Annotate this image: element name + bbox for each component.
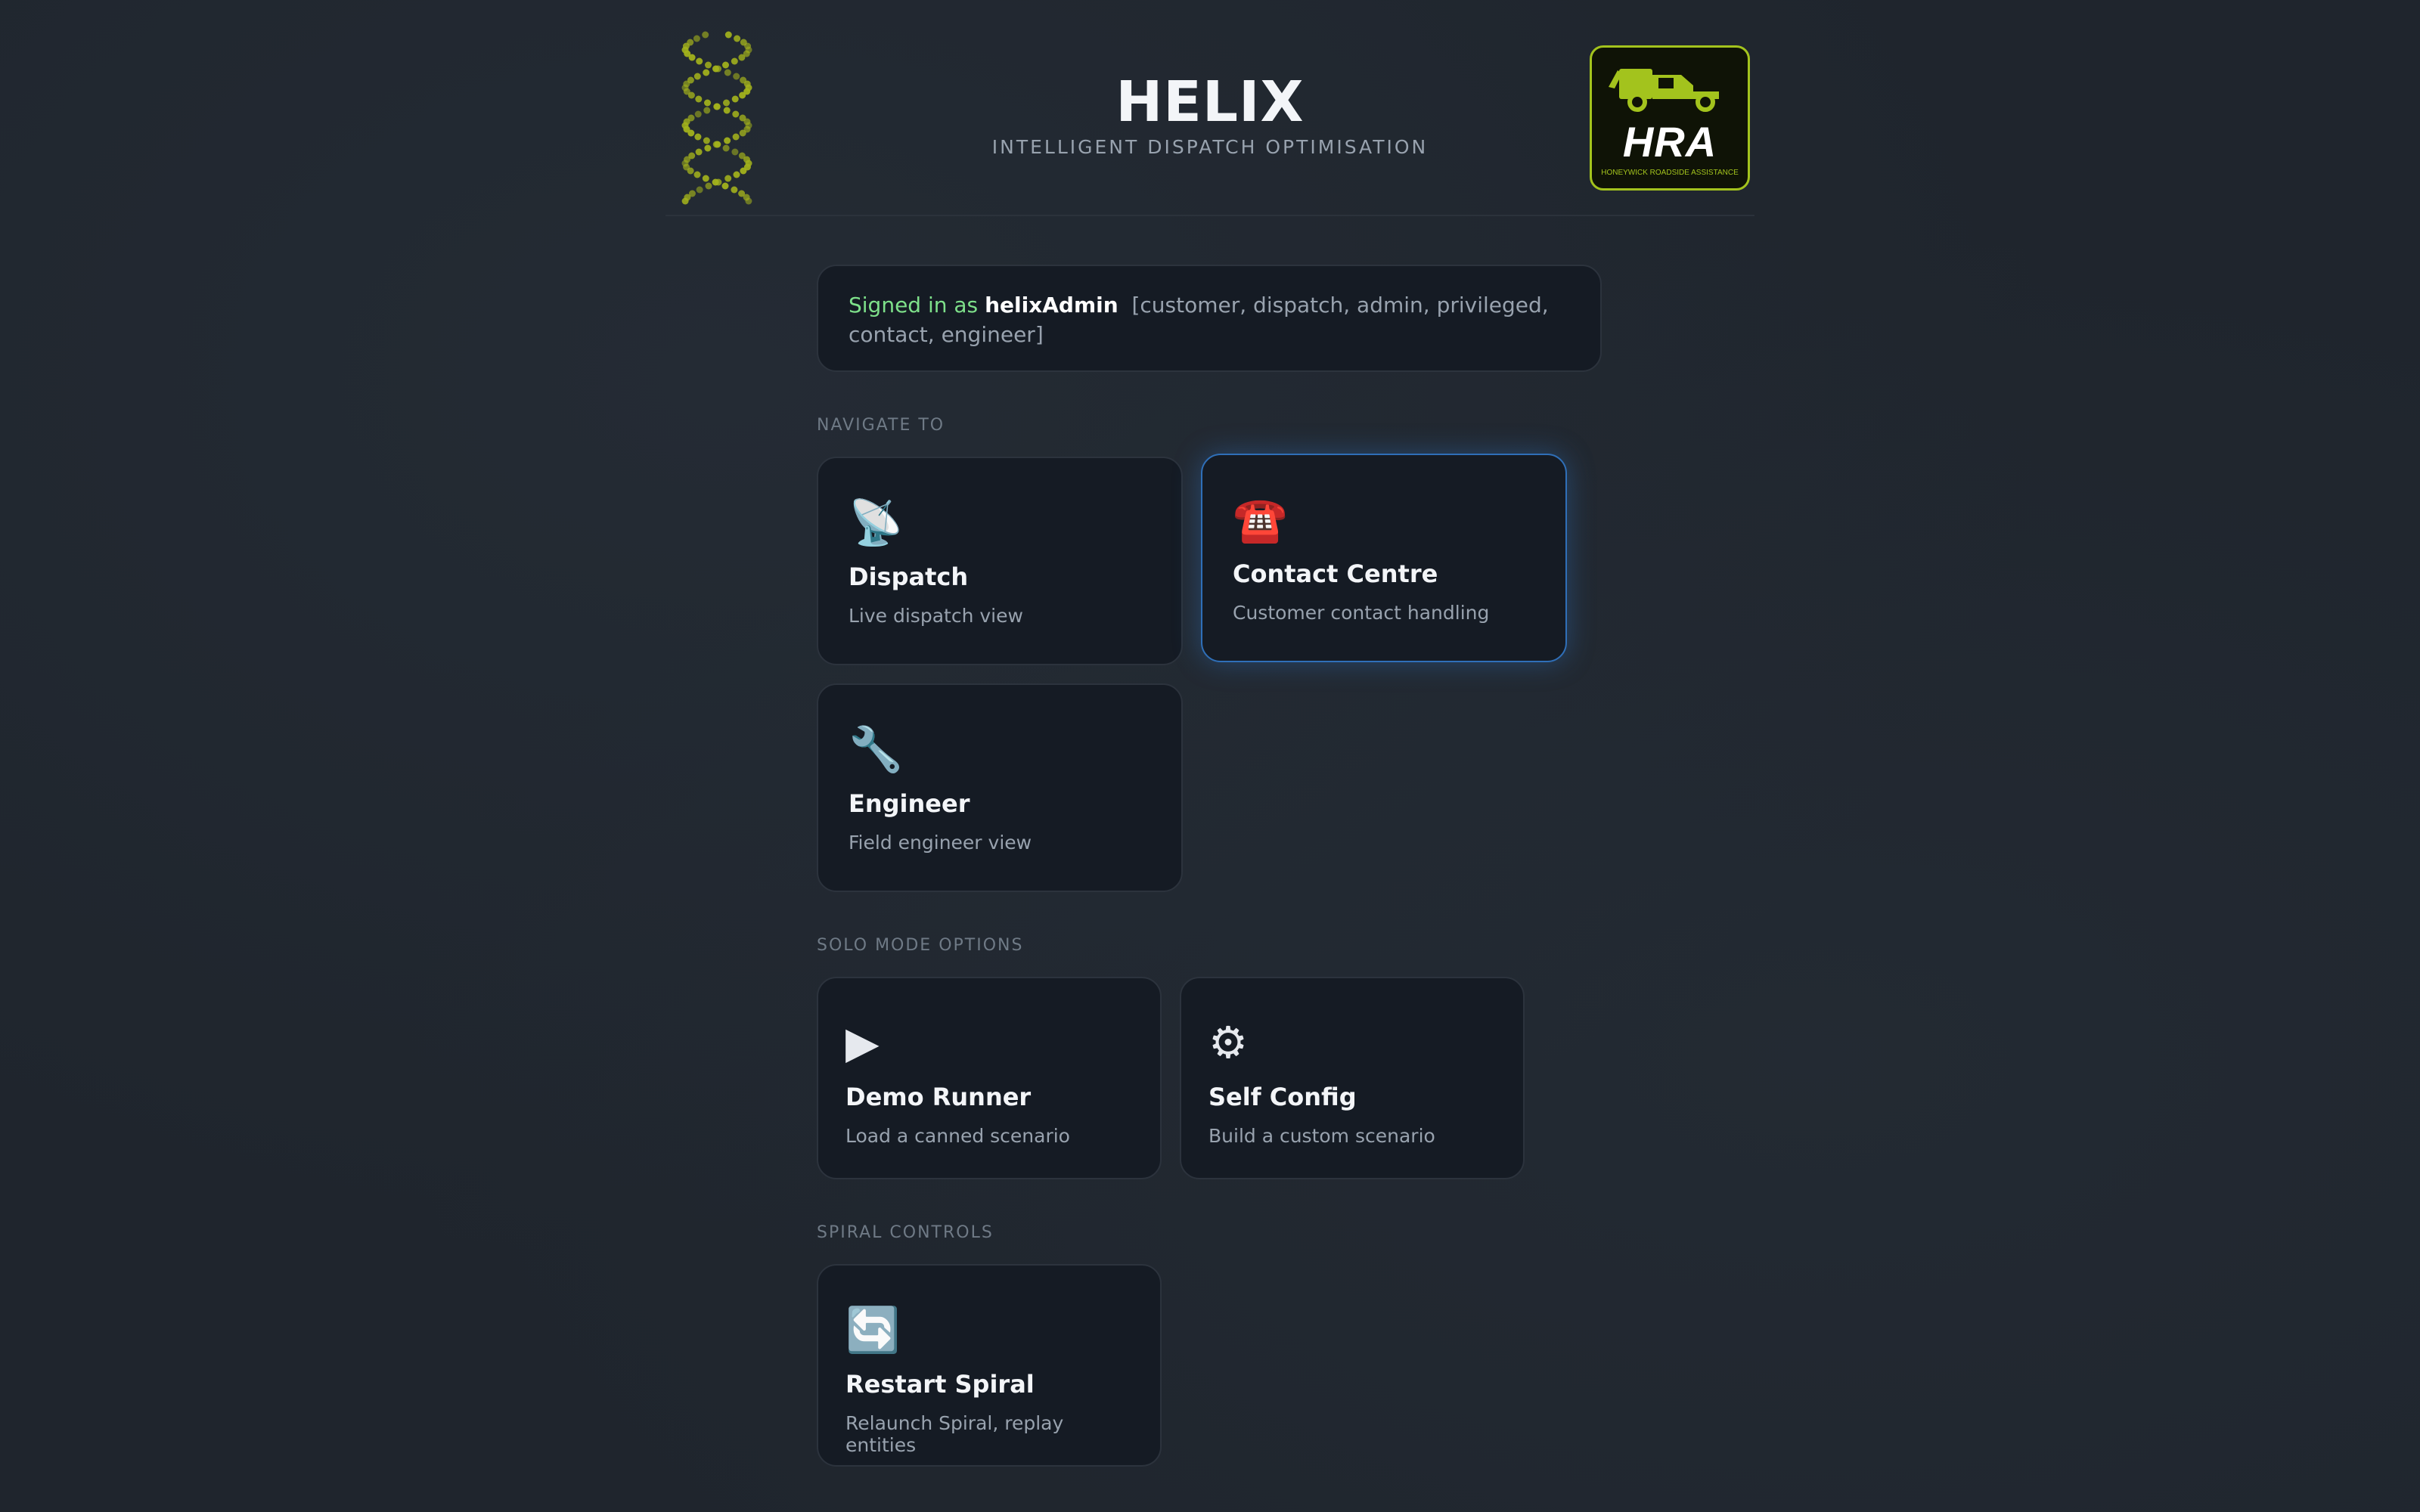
logo-subtext: HONEYWICK ROADSIDE ASSISTANCE (1601, 169, 1739, 177)
card-demo-runner[interactable]: ▶ Demo Runner Load a canned scenario (817, 977, 1162, 1179)
username: helixAdmin (985, 293, 1118, 318)
dna-dot (687, 167, 694, 175)
card-description: Field engineer view (849, 832, 1032, 854)
wrench-icon: 🔧 (849, 723, 904, 775)
card-title: Engineer (849, 789, 970, 818)
play-icon: ▶ (845, 1017, 880, 1068)
dna-dot (731, 186, 738, 194)
dna-dot (705, 61, 712, 69)
dna-dot (738, 54, 746, 61)
dna-dot (715, 178, 722, 186)
signed-in-prefix: Signed in as (849, 293, 979, 318)
dna-dot (702, 31, 709, 39)
dna-dot (724, 175, 732, 182)
section-label-spiral: SPIRAL CONTROLS (817, 1223, 994, 1242)
card-contact-centre[interactable]: ☎️ Contact Centre Customer contact handl… (1201, 454, 1567, 662)
page: HELIX INTELLIGENT DISPATCH OPTIMISATION … (0, 0, 2420, 1512)
dna-dot (745, 197, 752, 205)
dna-dot (681, 197, 689, 205)
card-description: Customer contact handling (1233, 602, 1490, 624)
dna-dot (731, 57, 738, 65)
dna-dot (721, 182, 729, 190)
card-engineer[interactable]: 🔧 Engineer Field engineer view (817, 683, 1183, 892)
dna-dot (740, 167, 747, 175)
dna-dot (724, 31, 732, 39)
dna-dot (733, 171, 740, 178)
telephone-icon: ☎️ (1233, 494, 1288, 545)
dna-dot (702, 175, 709, 182)
dna-dot (734, 35, 741, 42)
card-description: Live dispatch view (849, 605, 1023, 627)
card-description: Build a custom scenario (1208, 1125, 1435, 1147)
card-title: Contact Centre (1233, 559, 1438, 588)
satellite-dish-icon: 📡 (849, 497, 904, 548)
dna-dot (693, 171, 701, 178)
card-self-config[interactable]: ⚙ Self Config Build a custom scenario (1180, 977, 1525, 1179)
card-title: Dispatch (849, 562, 969, 591)
dna-dot (696, 57, 703, 65)
header: HELIX INTELLIGENT DISPATCH OPTIMISATION … (666, 0, 1754, 216)
dna-dot (688, 54, 696, 61)
hra-logo: HRA HONEYWICK ROADSIDE ASSISTANCE (1590, 45, 1750, 191)
logo-text: HRA (1622, 118, 1717, 166)
card-description: Load a canned scenario (845, 1125, 1070, 1147)
card-title: Demo Runner (845, 1083, 1032, 1111)
gear-icon: ⚙ (1208, 1017, 1248, 1068)
signed-in-panel: Signed in as helixAdmin [customer, dispa… (817, 265, 1602, 372)
dna-dot (696, 186, 703, 194)
dna-dot (693, 35, 700, 42)
dna-dot (705, 182, 712, 190)
section-label-solo: SOLO MODE OPTIONS (817, 936, 1024, 955)
card-dispatch[interactable]: 📡 Dispatch Live dispatch view (817, 457, 1183, 665)
card-title: Restart Spiral (845, 1370, 1035, 1399)
restart-icon: 🔄 (845, 1304, 901, 1356)
card-title: Self Config (1208, 1083, 1357, 1111)
dna-dot (722, 61, 729, 69)
card-restart-spiral[interactable]: 🔄 Restart Spiral Relaunch Spiral, replay… (817, 1264, 1162, 1467)
tow-truck-icon (1609, 69, 1719, 112)
card-description: Relaunch Spiral, replay entities (845, 1412, 1064, 1456)
section-label-navigate: NAVIGATE TO (817, 416, 945, 435)
